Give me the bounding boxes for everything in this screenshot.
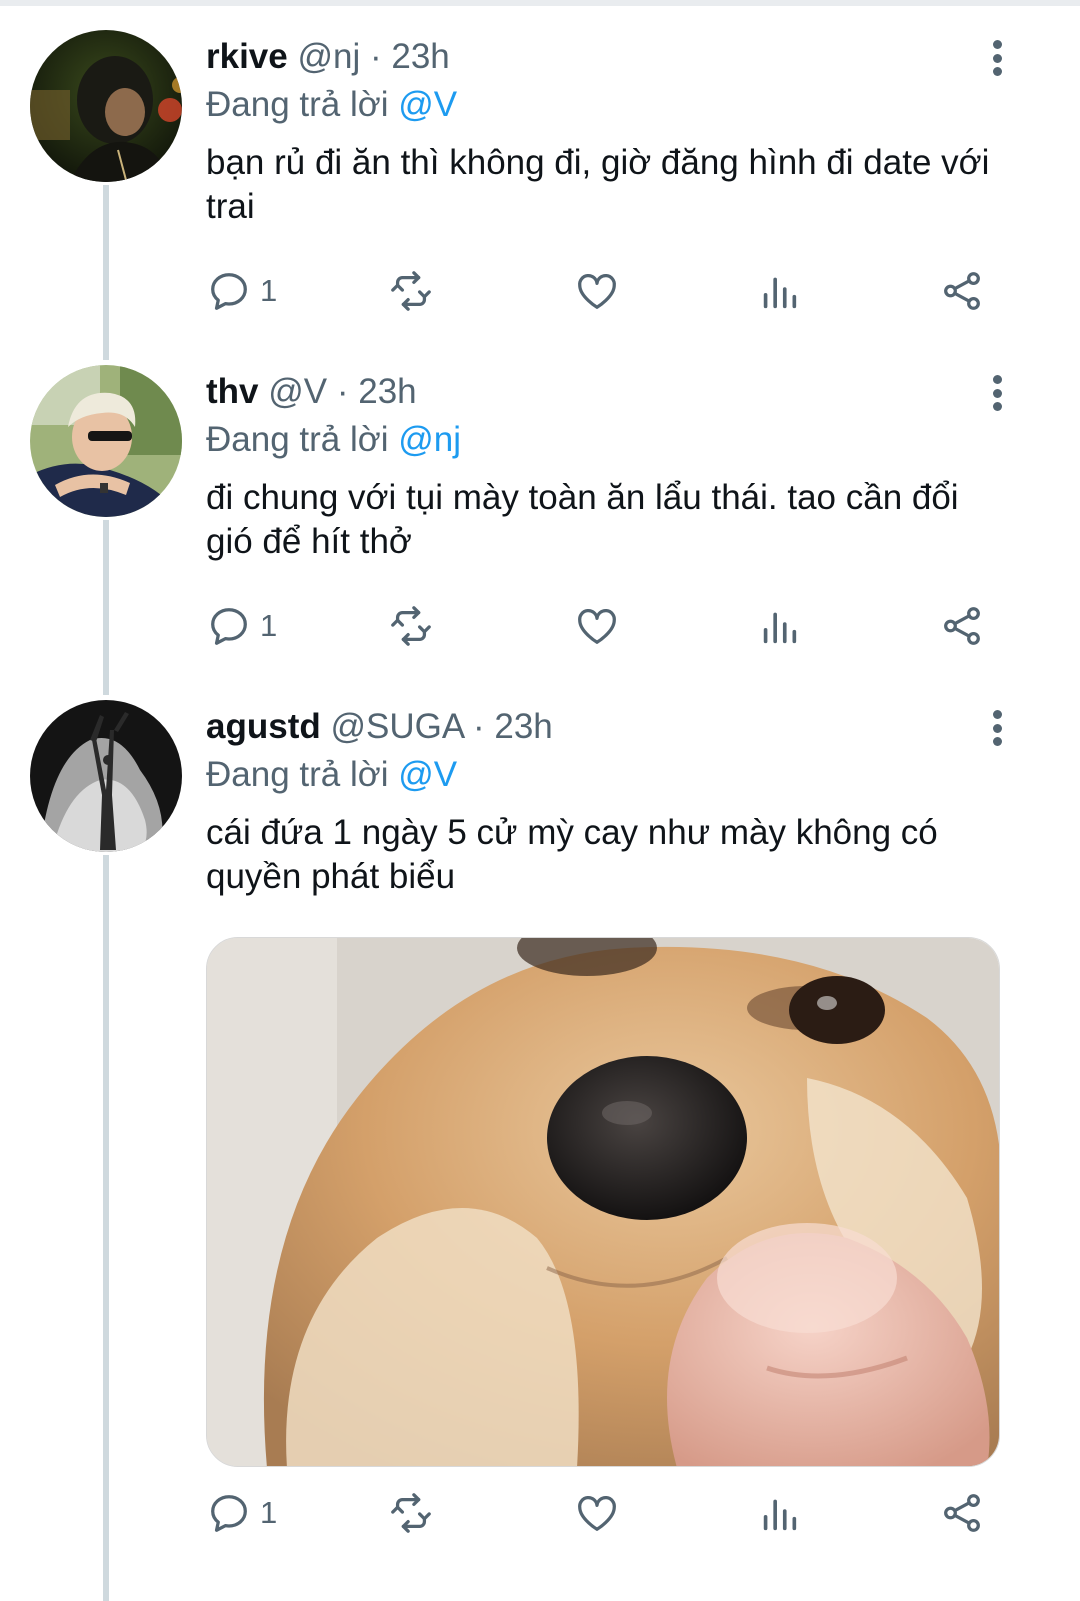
shiba-dog-pointing-finger-image [207, 938, 999, 1466]
analytics-icon [763, 612, 797, 644]
tweet-header: rkive @nj · 23h [206, 35, 1016, 79]
timestamp[interactable]: · 23h [473, 707, 553, 746]
tweet-body: agustd @SUGA · 23h Đang trả lời @V cái đ… [206, 705, 1016, 899]
user-handle[interactable]: @SUGA [330, 707, 463, 746]
tweet-header: thv @V · 23h [206, 370, 1016, 414]
avatar[interactable] [30, 365, 182, 517]
heart-icon [578, 274, 616, 309]
more-vertical-icon[interactable] [986, 706, 1008, 750]
user-handle[interactable]: @nj [297, 37, 360, 76]
tweet-actions: 1 [206, 601, 1006, 651]
share-button[interactable] [939, 266, 985, 316]
reply-count: 1 [260, 608, 278, 643]
display-name[interactable]: rkive [206, 37, 288, 76]
retweet-button[interactable] [388, 601, 434, 651]
reply-icon [211, 608, 247, 645]
analytics-icon [763, 1499, 797, 1531]
retweet-icon [391, 1493, 431, 1533]
display-name[interactable]: agustd [206, 707, 321, 746]
mention-link[interactable]: @V [398, 755, 457, 794]
share-button[interactable] [939, 1488, 985, 1538]
retweet-icon [391, 271, 431, 311]
like-button[interactable] [574, 601, 620, 651]
tweet-text: bạn rủ đi ăn thì không đi, giờ đăng hình… [206, 143, 990, 226]
user-handle[interactable]: @V [268, 372, 327, 411]
tweet-body: rkive @nj · 23h Đang trả lời @V bạn rủ đ… [206, 35, 1016, 229]
tweet-text: cái đứa 1 ngày 5 cử mỳ cay như mày không… [206, 813, 938, 896]
mention-link[interactable]: @V [398, 85, 457, 124]
retweet-button[interactable] [388, 1488, 434, 1538]
thread-connector [103, 185, 109, 360]
display-name[interactable]: thv [206, 372, 259, 411]
reply-thread: rkive @nj · 23h Đang trả lời @V bạn rủ đ… [0, 0, 1080, 1601]
tweet-actions: 1 [206, 1488, 1006, 1538]
views-button[interactable] [756, 266, 802, 316]
share-icon [944, 1494, 980, 1532]
person-dark-portrait-avatar [30, 30, 182, 182]
replying-to: Đang trả lời @V [206, 753, 1016, 797]
views-button[interactable] [756, 601, 802, 651]
timestamp[interactable]: · 23h [337, 372, 417, 411]
share-button[interactable] [939, 601, 985, 651]
replying-to-label: Đang trả lời [206, 755, 389, 794]
tweet-actions: 1 [206, 266, 1006, 316]
reply-button[interactable]: 1 [206, 601, 277, 651]
timestamp[interactable]: · 23h [370, 37, 450, 76]
more-vertical-icon[interactable] [986, 371, 1008, 415]
share-icon [944, 272, 980, 310]
top-divider [0, 0, 1080, 6]
retweet-icon [391, 606, 431, 646]
like-button[interactable] [574, 266, 620, 316]
reply-icon [211, 1495, 247, 1532]
tweet-media-image[interactable] [206, 937, 1000, 1467]
thread-connector [103, 520, 109, 695]
tweet-text: đi chung với tụi mày toàn ăn lẩu thái. t… [206, 478, 959, 561]
thread-connector [103, 855, 109, 1601]
avatar[interactable] [30, 700, 182, 852]
replying-to: Đang trả lời @nj [206, 418, 1016, 462]
heart-icon [578, 1496, 616, 1531]
tweet-body: thv @V · 23h Đang trả lời @nj đi chung v… [206, 370, 1016, 564]
blond-person-sunglasses-avatar [30, 365, 182, 517]
replying-to: Đang trả lời @V [206, 83, 1016, 127]
retweet-button[interactable] [388, 266, 434, 316]
reply-count: 1 [260, 273, 278, 308]
share-icon [944, 607, 980, 645]
reply-icon [211, 273, 247, 310]
tweet-header: agustd @SUGA · 23h [206, 705, 1016, 749]
analytics-icon [763, 277, 797, 309]
black-white-statue-avatar [30, 700, 182, 852]
more-vertical-icon[interactable] [986, 36, 1008, 80]
reply-button[interactable]: 1 [206, 266, 277, 316]
mention-link[interactable]: @nj [398, 420, 461, 459]
replying-to-label: Đang trả lời [206, 420, 389, 459]
avatar[interactable] [30, 30, 182, 182]
heart-icon [578, 609, 616, 644]
views-button[interactable] [756, 1488, 802, 1538]
replying-to-label: Đang trả lời [206, 85, 389, 124]
like-button[interactable] [574, 1488, 620, 1538]
reply-button[interactable]: 1 [206, 1488, 277, 1538]
reply-count: 1 [260, 1495, 278, 1530]
